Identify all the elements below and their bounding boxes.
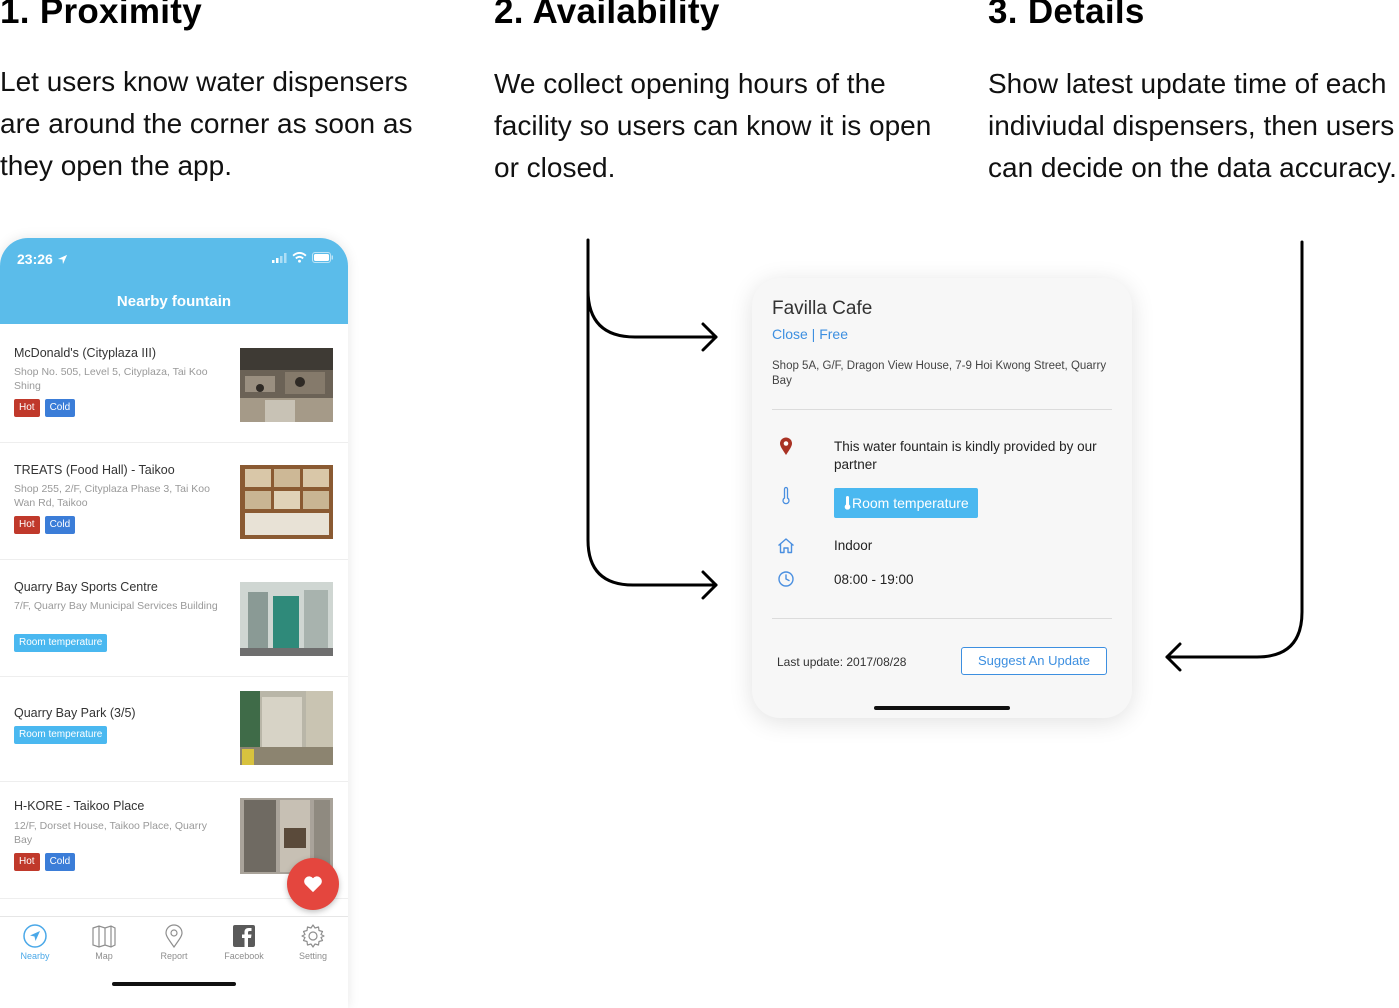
battery-icon <box>312 252 333 263</box>
signal-icon <box>272 252 287 263</box>
heart-icon <box>304 876 322 893</box>
tag-group: Hot Cold <box>14 399 76 417</box>
thermometer-icon <box>782 486 790 505</box>
fountain-address: Shop No. 505, Level 5, Cityplaza, Tai Ko… <box>14 366 208 392</box>
home-icon <box>778 538 794 554</box>
list-item[interactable]: McDonald's (Cityplaza III) Shop No. 505,… <box>0 324 348 443</box>
clock-icon <box>778 571 794 587</box>
fountain-detail-card: Favilla Cafe Close | Free Shop 5A, G/F, … <box>752 278 1132 718</box>
hot-tag: Hot <box>14 399 40 417</box>
tag-group: Room temperature <box>14 726 108 744</box>
building-photo <box>240 582 333 656</box>
fountain-address: 7/F, Quarry Bay Municipal Services Build… <box>14 600 218 612</box>
tab-label: Map <box>95 951 113 961</box>
tab-label: Nearby <box>20 951 50 961</box>
fountain-name: TREATS (Food Hall) - Taikoo <box>14 463 175 477</box>
pin-icon <box>165 924 183 949</box>
status-icons <box>272 252 334 263</box>
opening-hours: 08:00 - 19:00 <box>834 572 914 587</box>
park-photo <box>240 691 333 765</box>
wifi-icon <box>292 252 307 263</box>
fountain-photo <box>240 582 333 656</box>
tag-group: Room temperature <box>14 634 108 652</box>
location-arrow-icon <box>57 254 67 265</box>
status-time: 23:26 <box>17 251 68 267</box>
cold-tag: Cold <box>44 516 76 534</box>
restaurant-photo <box>240 348 333 422</box>
location-type: Indoor <box>834 538 873 553</box>
app-header: 23:26 Nearby fountain <box>0 238 348 324</box>
status-time-text: 23:26 <box>17 251 53 267</box>
thermometer-icon <box>844 496 851 510</box>
tag-group: Hot Cold <box>14 516 76 534</box>
cold-tag: Cold <box>44 399 76 417</box>
hot-tag: Hot <box>14 516 40 534</box>
map-icon <box>92 925 116 948</box>
facebook-icon <box>233 925 255 947</box>
detail-address: Shop 5A, G/F, Dragon View House, 7-9 Hoi… <box>772 360 1107 387</box>
fountain-address: Shop 255, 2/F, Cityplaza Phase 3, Tai Ko… <box>14 483 210 509</box>
partner-text: This water fountain is kindly provided b… <box>834 439 1097 472</box>
fountain-name: Quarry Bay Park (3/5) <box>14 706 136 720</box>
list-item[interactable]: TREATS (Food Hall) - Taikoo Shop 255, 2/… <box>0 442 348 560</box>
arrow-to-update <box>1165 240 1304 659</box>
room-temperature-tag: Room temperature <box>14 634 108 652</box>
nav-title: Nearby fountain <box>116 293 232 310</box>
room-temperature-tag: Room temperature <box>14 726 108 744</box>
suggest-update-button[interactable]: Suggest An Update <box>961 647 1107 675</box>
list-item[interactable]: Quarry Bay Park (3/5) Room temperature <box>0 676 348 782</box>
tag-group: Hot Cold <box>14 853 76 871</box>
tab-label: Facebook <box>224 951 264 961</box>
divider <box>772 409 1112 410</box>
fountain-name: H-KORE - Taikoo Place <box>14 799 145 813</box>
fountain-photo <box>240 465 333 539</box>
navigation-icon <box>23 924 47 948</box>
fountain-address: 12/F, Dorset House, Taikoo Place, Quarry… <box>14 820 207 846</box>
fountain-photo <box>240 691 333 765</box>
hot-tag: Hot <box>14 853 40 871</box>
favorite-button[interactable] <box>287 858 339 910</box>
arrow-to-status <box>586 238 718 339</box>
map-pin-icon <box>780 437 792 455</box>
last-update: Last update: 2017/08/28 <box>777 655 907 669</box>
detail-status: Close | Free <box>772 326 848 342</box>
tab-label: Report <box>160 951 188 961</box>
fountain-name: Quarry Bay Sports Centre <box>14 580 158 594</box>
fountain-photo <box>240 348 333 422</box>
arrow-to-hours <box>586 288 718 587</box>
gear-icon <box>301 924 325 948</box>
home-indicator <box>112 982 236 986</box>
tab-label: Setting <box>298 951 328 961</box>
shelf-photo <box>240 465 333 539</box>
home-indicator <box>874 706 1010 710</box>
detail-title: Favilla Cafe <box>772 298 873 319</box>
temperature-label: Room temperature <box>852 495 969 511</box>
tab-bar: Nearby Map Report Facebook Setting <box>0 916 348 1008</box>
cold-tag: Cold <box>44 853 76 871</box>
fountain-name: McDonald's (Cityplaza III) <box>14 346 157 360</box>
room-temperature-badge: Room temperature <box>834 488 978 518</box>
phone-mockup: 23:26 Nearby fountain McDonald's (Citypl… <box>0 238 348 1008</box>
list-item[interactable]: Quarry Bay Sports Centre 7/F, Quarry Bay… <box>0 559 348 677</box>
divider <box>772 618 1112 619</box>
